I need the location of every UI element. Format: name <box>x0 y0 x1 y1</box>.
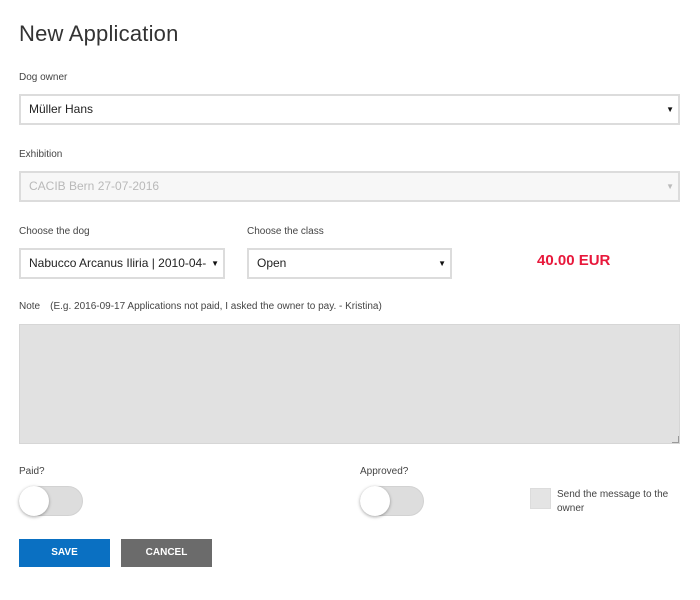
approved-toggle-knob <box>360 486 390 516</box>
chevron-down-icon: ▼ <box>438 259 446 268</box>
chevron-down-icon: ▼ <box>211 259 219 268</box>
dog-owner-value: Müller Hans <box>29 102 94 116</box>
note-label: Note (E.g. 2016-09-17 Applications not pa… <box>19 301 382 312</box>
chevron-down-icon: ▼ <box>666 182 674 191</box>
choose-dog-value: Nabucco Arcanus Iliria | 2010-04- <box>29 256 207 270</box>
choose-class-value: Open <box>257 256 287 270</box>
choose-class-select[interactable]: Open ▼ <box>247 248 452 279</box>
exhibition-select: CACIB Bern 27-07-2016 ▼ <box>19 171 680 202</box>
note-label-text: Note <box>19 301 41 312</box>
paid-toggle[interactable] <box>19 486 83 516</box>
page-title: New Application <box>19 21 179 46</box>
note-hint: (E.g. 2016-09-17 Applications not paid, … <box>50 301 382 312</box>
paid-label: Paid? <box>19 466 45 477</box>
dog-owner-select[interactable]: Müller Hans ▼ <box>19 94 680 125</box>
note-textarea[interactable] <box>19 324 680 444</box>
choose-class-label: Choose the class <box>247 226 324 237</box>
dog-owner-label: Dog owner <box>19 72 68 83</box>
resize-handle-icon[interactable] <box>672 436 679 443</box>
chevron-down-icon: ▼ <box>666 105 674 114</box>
send-message-checkbox[interactable] <box>530 488 551 509</box>
save-button[interactable]: SAVE <box>19 539 110 567</box>
paid-toggle-knob <box>19 486 49 516</box>
approved-label: Approved? <box>360 466 409 477</box>
approved-toggle[interactable] <box>360 486 424 516</box>
choose-dog-label: Choose the dog <box>19 226 90 237</box>
choose-dog-select[interactable]: Nabucco Arcanus Iliria | 2010-04- ▼ <box>19 248 225 279</box>
new-application-page: New Application Dog owner Müller Hans ▼ … <box>0 0 700 600</box>
price-amount: 40.00 EUR <box>537 252 611 269</box>
cancel-button[interactable]: CANCEL <box>121 539 212 567</box>
exhibition-value: CACIB Bern 27-07-2016 <box>29 179 160 193</box>
exhibition-label: Exhibition <box>19 149 63 160</box>
send-message-label: Send the message to the owner <box>557 489 669 514</box>
